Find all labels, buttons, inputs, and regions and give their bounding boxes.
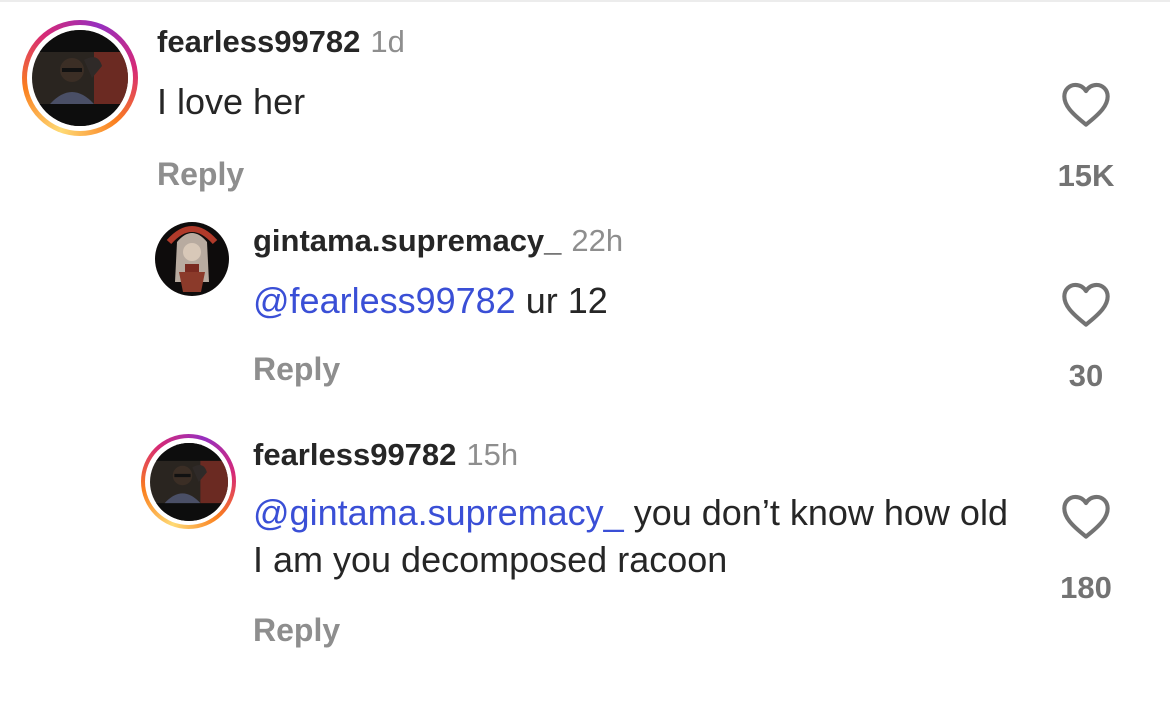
comment-text: @gintama.supremacy_ you don’t know how o… <box>253 490 1023 584</box>
comment-timestamp: 15h <box>466 437 519 472</box>
heart-outline-icon <box>1062 494 1110 539</box>
comment-item: gintama.supremacy_ 22h @fearless99782 ur … <box>0 200 1170 410</box>
username-text[interactable]: gintama.supremacy_ <box>253 223 561 258</box>
story-ring <box>22 20 138 136</box>
heart-outline-icon <box>1062 82 1110 127</box>
like-button[interactable] <box>1060 492 1112 545</box>
comment-body: ur 12 <box>515 280 608 321</box>
like-count: 15K <box>1057 158 1115 193</box>
reply-button[interactable]: Reply <box>253 612 340 649</box>
heart-outline-icon <box>1062 282 1110 327</box>
avatar-image <box>32 30 128 126</box>
comment-username[interactable]: fearless99782 1d <box>157 24 405 60</box>
comment-body: I love her <box>157 81 306 122</box>
comment-item: fearless99782 15h @gintama.supremacy_ you… <box>0 410 1170 709</box>
like-button[interactable] <box>1060 280 1112 333</box>
comment-text: @fearless99782 ur 12 <box>253 278 1033 325</box>
reply-button[interactable]: Reply <box>253 351 340 388</box>
avatar[interactable] <box>155 222 229 296</box>
comment-timestamp: 22h <box>571 223 624 258</box>
avatar[interactable] <box>22 20 138 136</box>
like-count: 30 <box>1068 358 1104 393</box>
username-text[interactable]: fearless99782 <box>157 24 360 59</box>
avatar-image <box>155 222 229 296</box>
story-ring <box>141 434 236 529</box>
username-text[interactable]: fearless99782 <box>253 437 456 472</box>
comment-text: I love her <box>157 79 1017 126</box>
comment-timestamp: 1d <box>370 24 405 59</box>
like-button[interactable] <box>1060 80 1112 133</box>
comment-username[interactable]: gintama.supremacy_ 22h <box>253 223 623 259</box>
mention-link[interactable]: @gintama.supremacy_ <box>253 492 624 533</box>
avatar[interactable] <box>141 434 236 529</box>
reply-button[interactable]: Reply <box>157 156 244 193</box>
comment-username[interactable]: fearless99782 15h <box>253 437 518 473</box>
like-count: 180 <box>1060 570 1112 605</box>
mention-link[interactable]: @fearless99782 <box>253 280 516 321</box>
avatar-image <box>149 442 228 521</box>
comment-item: fearless99782 1d I love her Reply 15K <box>0 0 1170 200</box>
